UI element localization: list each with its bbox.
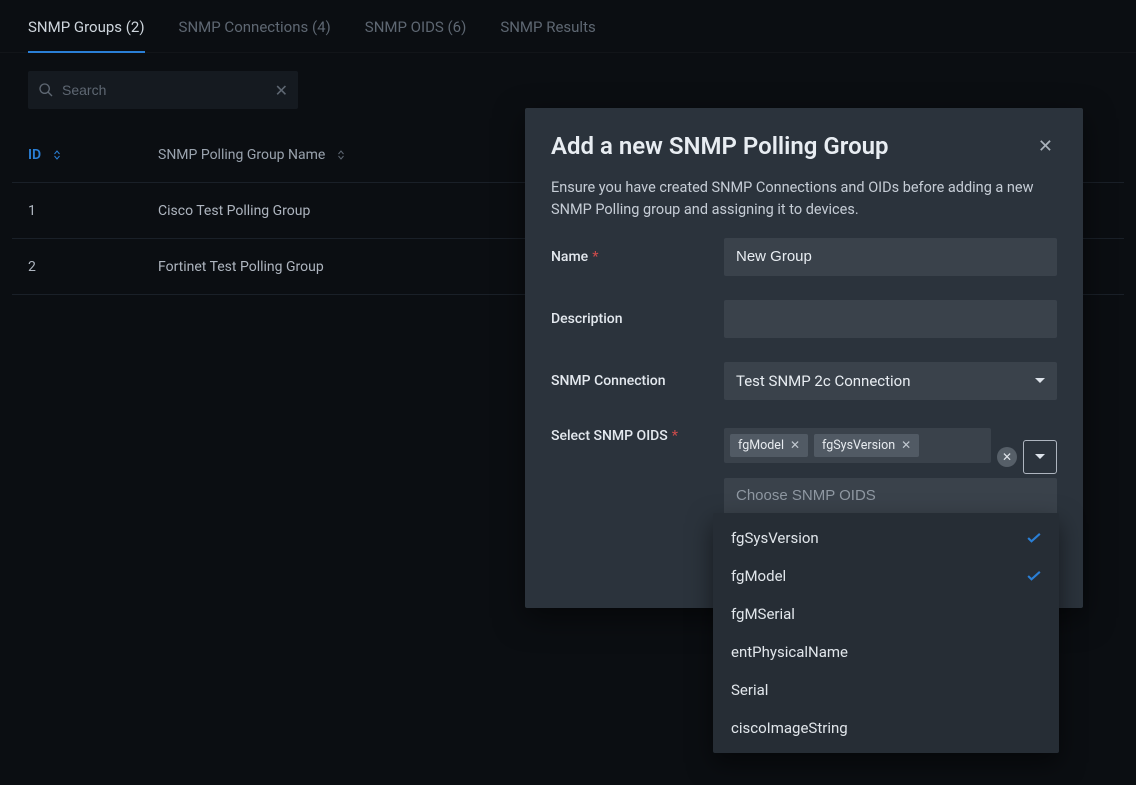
cell-id: 1 <box>28 203 158 219</box>
cell-name: Fortinet Test Polling Group <box>158 259 528 275</box>
cell-name: Cisco Test Polling Group <box>158 203 528 219</box>
dropdown-item[interactable]: entPhysicalName <box>713 633 1059 671</box>
check-icon <box>1027 533 1041 543</box>
search-icon <box>38 82 54 98</box>
dropdown-item[interactable]: fgSysVersion <box>713 519 1059 557</box>
clear-search-icon[interactable]: ✕ <box>275 81 288 100</box>
chip-remove-icon[interactable]: ✕ <box>790 439 800 451</box>
cell-id: 2 <box>28 259 158 275</box>
oids-chip-container: fgModel ✕ fgSysVersion ✕ <box>724 428 991 463</box>
check-icon <box>1027 571 1041 581</box>
col-header-name[interactable]: SNMP Polling Group Name <box>158 147 528 163</box>
oids-dropdown: fgSysVersion fgModel fgMSerial entPhysic… <box>713 513 1059 753</box>
name-label: Name* <box>551 249 716 265</box>
oids-search-wrap <box>724 478 1057 516</box>
tab-bar: SNMP Groups (2) SNMP Connections (4) SNM… <box>0 0 1136 53</box>
dropdown-toggle-button[interactable] <box>1023 440 1057 474</box>
dropdown-item-label: ciscoImageString <box>731 719 848 737</box>
tab-snmp-groups[interactable]: SNMP Groups (2) <box>28 18 145 52</box>
col-header-id[interactable]: ID <box>28 147 158 163</box>
search-box: ✕ <box>28 71 298 109</box>
chevron-down-icon <box>1035 454 1045 459</box>
connection-select[interactable]: Test SNMP 2c Connection <box>724 362 1057 400</box>
sort-icon <box>335 148 347 162</box>
oid-chip: fgSysVersion ✕ <box>814 434 919 457</box>
oids-label: Select SNMP OIDS* <box>551 428 716 444</box>
dropdown-item-label: fgModel <box>731 567 786 585</box>
chip-remove-icon[interactable]: ✕ <box>901 439 911 451</box>
dropdown-item[interactable]: fgModel <box>713 557 1059 595</box>
cell-col4: tion <box>1088 203 1136 219</box>
dropdown-item-label: fgMSerial <box>731 605 795 623</box>
col-header-4: tion <box>1088 147 1136 163</box>
col-header-name-label: SNMP Polling Group Name <box>158 147 325 163</box>
description-input[interactable] <box>724 300 1057 338</box>
dropdown-item-label: entPhysicalName <box>731 643 848 661</box>
oid-chip-label: fgModel <box>738 438 784 453</box>
clear-all-icon[interactable]: ✕ <box>997 447 1017 467</box>
oids-search-input[interactable] <box>736 487 1045 504</box>
chevron-down-icon <box>1035 378 1045 383</box>
name-input[interactable] <box>724 238 1057 276</box>
sort-icon <box>51 148 63 162</box>
close-icon[interactable]: ✕ <box>1034 132 1057 161</box>
tab-snmp-connections[interactable]: SNMP Connections (4) <box>179 18 331 52</box>
description-label: Description <box>551 311 716 327</box>
search-input[interactable] <box>62 82 267 98</box>
modal-title: Add a new SNMP Polling Group <box>551 132 889 160</box>
connection-value: Test SNMP 2c Connection <box>736 372 911 390</box>
cell-col4: tion <box>1088 259 1136 275</box>
connection-label: SNMP Connection <box>551 373 716 389</box>
dropdown-item[interactable]: fgMSerial <box>713 595 1059 633</box>
tab-snmp-results[interactable]: SNMP Results <box>500 18 595 52</box>
dropdown-item[interactable]: ciscoImageString <box>713 709 1059 747</box>
modal-description: Ensure you have created SNMP Connections… <box>525 161 1083 226</box>
dropdown-item-label: fgSysVersion <box>731 529 819 547</box>
col-header-id-label: ID <box>28 147 41 163</box>
oid-chip: fgModel ✕ <box>730 434 808 457</box>
tab-snmp-oids[interactable]: SNMP OIDS (6) <box>365 18 467 52</box>
dropdown-item-label: Serial <box>731 681 768 699</box>
dropdown-item[interactable]: Serial <box>713 671 1059 709</box>
oid-chip-label: fgSysVersion <box>822 438 895 453</box>
